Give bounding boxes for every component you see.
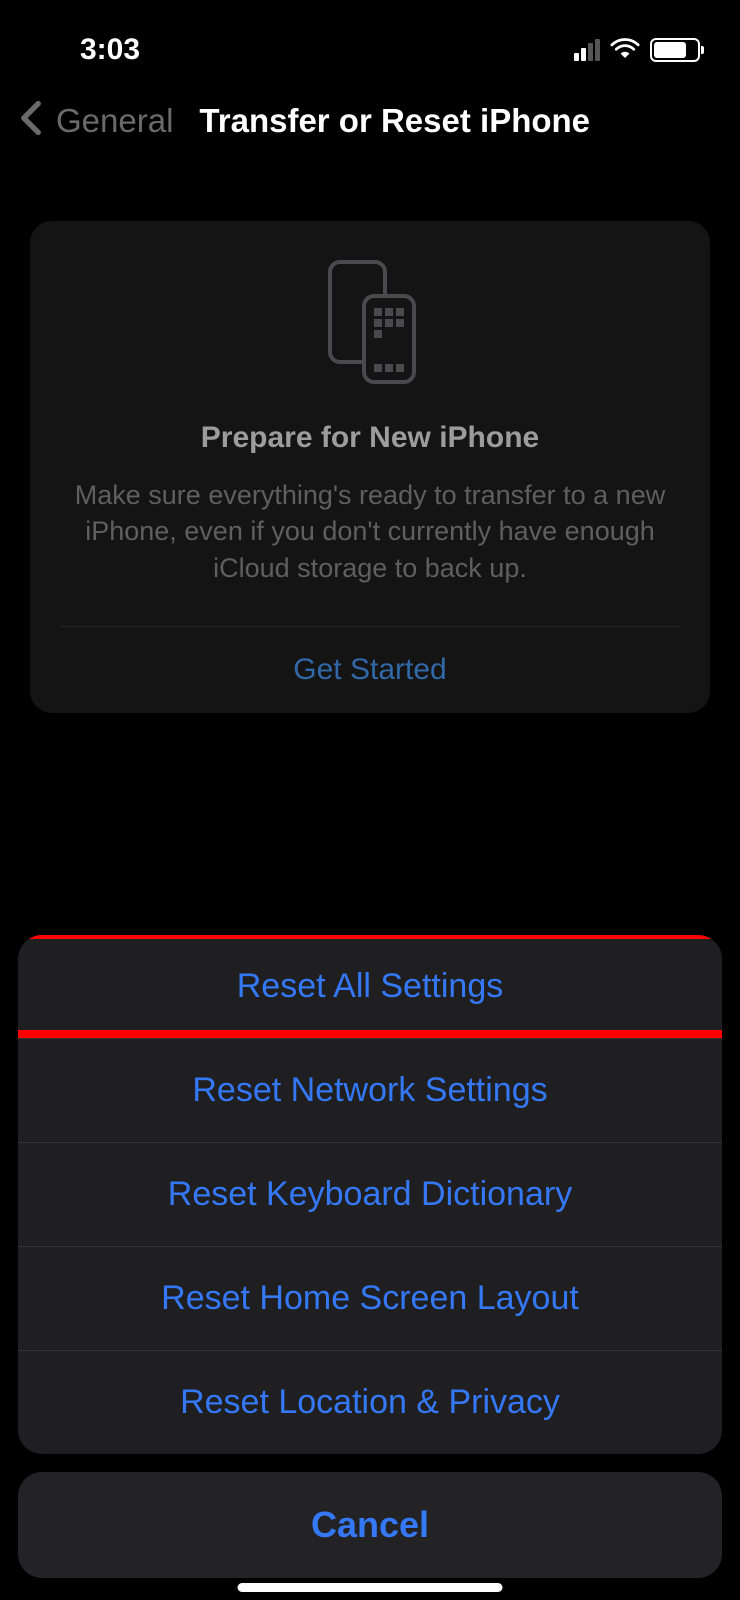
reset-location-privacy-option[interactable]: Reset Location & Privacy [18, 1351, 722, 1454]
page-title: Transfer or Reset iPhone [199, 102, 590, 140]
status-time: 3:03 [80, 33, 140, 67]
back-chevron-icon[interactable] [20, 100, 42, 141]
reset-all-settings-option[interactable]: Reset All Settings [18, 935, 722, 1039]
reset-keyboard-dictionary-option[interactable]: Reset Keyboard Dictionary [18, 1143, 722, 1247]
status-bar: 3:03 [0, 0, 740, 80]
cancel-button[interactable]: Cancel [18, 1472, 722, 1578]
prepare-new-iphone-card: Prepare for New iPhone Make sure everyth… [30, 221, 710, 713]
option-label: Reset Location & Privacy [180, 1383, 560, 1421]
reset-action-sheet: Reset All Settings Reset Network Setting… [18, 935, 722, 1578]
prepare-description: Make sure everything's ready to transfer… [60, 477, 680, 586]
get-started-button[interactable]: Get Started [60, 627, 680, 713]
option-label: Reset Network Settings [192, 1071, 547, 1109]
devices-icon [320, 256, 420, 391]
wifi-icon [610, 36, 640, 65]
option-label: Reset All Settings [237, 967, 503, 1005]
prepare-title: Prepare for New iPhone [201, 421, 539, 455]
reset-network-settings-option[interactable]: Reset Network Settings [18, 1039, 722, 1143]
status-icons [574, 36, 700, 65]
action-sheet-group: Reset All Settings Reset Network Setting… [18, 935, 722, 1454]
home-indicator[interactable] [238, 1583, 503, 1592]
navigation-bar: General Transfer or Reset iPhone [0, 80, 740, 156]
back-label[interactable]: General [56, 102, 173, 140]
battery-icon [650, 38, 700, 62]
reset-home-screen-layout-option[interactable]: Reset Home Screen Layout [18, 1247, 722, 1351]
cellular-signal-icon [574, 39, 600, 61]
option-label: Reset Keyboard Dictionary [168, 1175, 572, 1213]
option-label: Reset Home Screen Layout [161, 1279, 579, 1317]
